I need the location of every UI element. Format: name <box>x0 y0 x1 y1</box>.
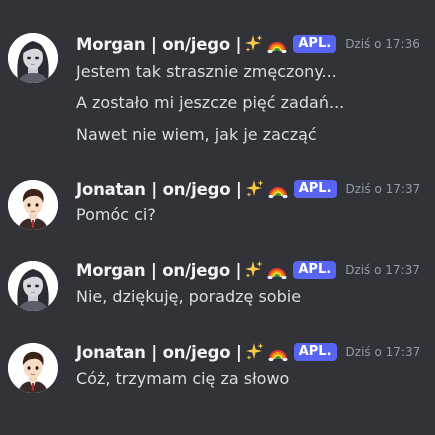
message-header: Morgan | on/jego | APL. Dziś o 17:36 <box>76 31 420 57</box>
rainbow-icon <box>268 342 288 362</box>
message-text: Jestem tak strasznie zmęczony... <box>76 62 337 81</box>
rainbow-icon <box>267 34 287 54</box>
sparkles-icon <box>244 34 264 54</box>
message-header: Jonatan | on/jego | APL. Dziś o 17:37 <box>76 339 420 365</box>
timestamp: Dziś o 17:37 <box>345 182 421 196</box>
role-badge[interactable]: APL. <box>293 180 337 198</box>
message-text: Nawet nie wiem, jak je zacząć <box>76 125 317 144</box>
message-text: Cóż, trzymam cię za słowo <box>76 369 290 388</box>
jonatan-avatar[interactable] <box>8 343 58 393</box>
role-badge[interactable]: APL. <box>293 343 337 361</box>
role-badge[interactable]: APL. <box>293 35 337 53</box>
message-header: Morgan | on/jego | APL. Dziś o 17:37 <box>76 257 420 283</box>
morgan-avatar[interactable] <box>8 33 58 83</box>
rainbow-icon <box>268 179 288 199</box>
sparkles-icon <box>245 179 265 199</box>
sparkles-icon <box>245 342 265 362</box>
morgan-avatar[interactable] <box>8 261 58 311</box>
timestamp: Dziś o 17:37 <box>345 345 421 359</box>
username[interactable]: Morgan | on/jego | <box>76 35 242 54</box>
sparkles-icon <box>244 260 264 280</box>
timestamp: Dziś o 17:36 <box>345 37 420 51</box>
jonatan-avatar[interactable] <box>8 180 58 230</box>
message-text: A zostało mi jeszcze pięć zadań... <box>76 93 345 112</box>
message-header: Jonatan | on/jego | APL. Dziś o 17:37 <box>76 176 420 202</box>
rainbow-icon <box>267 260 287 280</box>
username[interactable]: Morgan | on/jego | <box>76 261 242 280</box>
message-text: Nie, dziękuję, poradzę sobie <box>76 287 302 306</box>
timestamp: Dziś o 17:37 <box>345 263 420 277</box>
message-text: Pomóc ci? <box>76 205 156 224</box>
username[interactable]: Jonatan | on/jego | <box>76 180 242 199</box>
chat-messages: Morgan | on/jego | APL. Dziś o 17:36 Jes… <box>0 0 435 435</box>
role-badge[interactable]: APL. <box>293 261 337 279</box>
username[interactable]: Jonatan | on/jego | <box>76 343 242 362</box>
